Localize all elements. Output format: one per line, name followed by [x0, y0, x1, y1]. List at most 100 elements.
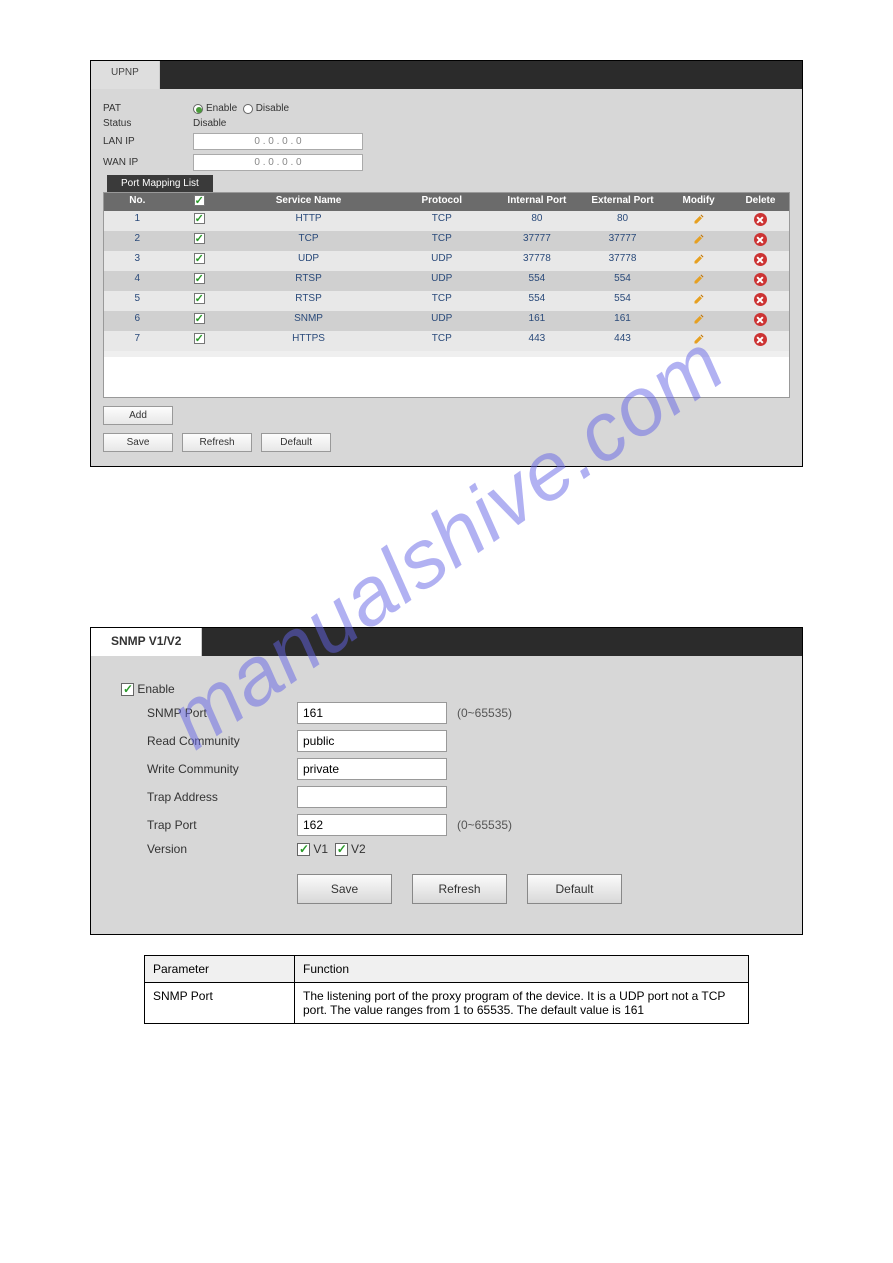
table-row: 1HTTPTCP8080: [104, 211, 789, 231]
save-button[interactable]: Save: [297, 874, 392, 904]
cell-service: SNMP: [228, 311, 390, 331]
v2-checkbox[interactable]: [335, 843, 348, 856]
lan-ip-input[interactable]: 0 . 0 . 0 . 0: [193, 133, 363, 150]
cell-eport: 37778: [580, 251, 666, 271]
cell-service: UDP: [228, 251, 390, 271]
tab-upnp[interactable]: UPNP: [91, 61, 160, 89]
pencil-icon[interactable]: [693, 233, 705, 245]
v1-checkbox[interactable]: [297, 843, 310, 856]
pencil-icon[interactable]: [693, 293, 705, 305]
default-button[interactable]: Default: [527, 874, 622, 904]
snmp-port-hint: (0~65535): [457, 706, 512, 720]
enable-checkbox[interactable]: [121, 683, 134, 696]
panel-header: UPNP: [91, 61, 802, 89]
cell-eport: 80: [580, 211, 666, 231]
th-check[interactable]: [171, 193, 228, 211]
default-button[interactable]: Default: [261, 433, 331, 452]
cell-no: 2: [104, 231, 171, 251]
delete-icon[interactable]: [754, 233, 767, 246]
td-func: The listening port of the proxy program …: [295, 983, 749, 1024]
trap-address-input[interactable]: [297, 786, 447, 808]
read-community-input[interactable]: [297, 730, 447, 752]
radio-enable[interactable]: [193, 104, 203, 114]
row-checkbox[interactable]: [194, 233, 205, 244]
cell-no: 4: [104, 271, 171, 291]
th-modify: Modify: [665, 193, 732, 211]
delete-icon[interactable]: [754, 273, 767, 286]
label-lan: LAN IP: [103, 136, 193, 147]
th-delete: Delete: [732, 193, 789, 211]
delete-icon[interactable]: [754, 293, 767, 306]
refresh-button[interactable]: Refresh: [182, 433, 252, 452]
pencil-icon[interactable]: [693, 273, 705, 285]
save-button[interactable]: Save: [103, 433, 173, 452]
cell-iport: 80: [494, 211, 580, 231]
table-row: 7HTTPSTCP443443: [104, 331, 789, 351]
scroll-hint: [104, 351, 789, 357]
td-param: SNMP Port: [145, 983, 295, 1024]
pencil-icon[interactable]: [693, 313, 705, 325]
label-write: Write Community: [147, 762, 297, 776]
table-row: 4RTSPUDP554554: [104, 271, 789, 291]
table-row: 3UDPUDP3777837778: [104, 251, 789, 271]
cell-proto: UDP: [389, 311, 494, 331]
delete-icon[interactable]: [754, 333, 767, 346]
cell-service: HTTP: [228, 211, 390, 231]
radio-enable-label: Enable: [206, 103, 237, 114]
cell-iport: 37777: [494, 231, 580, 251]
cell-eport: 554: [580, 291, 666, 311]
th-no: No.: [104, 193, 171, 211]
upnp-panel: UPNP PAT Enable Disable Status Disable L…: [90, 60, 803, 467]
delete-icon[interactable]: [754, 313, 767, 326]
write-community-input[interactable]: [297, 758, 447, 780]
th-eport: External Port: [580, 193, 666, 211]
v1-label: V1: [313, 842, 328, 856]
th-service: Service Name: [228, 193, 390, 211]
refresh-button[interactable]: Refresh: [412, 874, 507, 904]
radio-disable-label: Disable: [256, 103, 289, 114]
row-checkbox[interactable]: [194, 313, 205, 324]
cell-service: RTSP: [228, 271, 390, 291]
snmp-panel: SNMP V1/V2 Enable SNMP Port (0~65535) Re…: [90, 627, 803, 935]
port-mapping-tab: Port Mapping List: [107, 175, 213, 192]
trap-port-input[interactable]: [297, 814, 447, 836]
row-checkbox[interactable]: [194, 293, 205, 304]
row-checkbox[interactable]: [194, 213, 205, 224]
cell-iport: 443: [494, 331, 580, 351]
label-trap-addr: Trap Address: [147, 790, 297, 804]
table-row: 5RTSPTCP554554: [104, 291, 789, 311]
pencil-icon[interactable]: [693, 333, 705, 345]
delete-icon[interactable]: [754, 253, 767, 266]
wan-ip-input[interactable]: 0 . 0 . 0 . 0: [193, 154, 363, 171]
check-all-icon[interactable]: [194, 195, 205, 206]
cell-no: 3: [104, 251, 171, 271]
table-row: 2TCPTCP3777737777: [104, 231, 789, 251]
cell-proto: TCP: [389, 331, 494, 351]
radio-disable[interactable]: [243, 104, 253, 114]
row-checkbox[interactable]: [194, 253, 205, 264]
cell-proto: TCP: [389, 291, 494, 311]
enable-label: Enable: [137, 682, 174, 696]
cell-service: TCP: [228, 231, 390, 251]
tab-snmp[interactable]: SNMP V1/V2: [91, 628, 202, 656]
cell-eport: 554: [580, 271, 666, 291]
panel-header: SNMP V1/V2: [91, 628, 802, 656]
snmp-port-input[interactable]: [297, 702, 447, 724]
cell-eport: 443: [580, 331, 666, 351]
cell-no: 1: [104, 211, 171, 231]
cell-eport: 161: [580, 311, 666, 331]
th-proto: Protocol: [389, 193, 494, 211]
cell-iport: 554: [494, 291, 580, 311]
cell-no: 5: [104, 291, 171, 311]
pencil-icon[interactable]: [693, 253, 705, 265]
cell-iport: 161: [494, 311, 580, 331]
cell-eport: 37777: [580, 231, 666, 251]
cell-iport: 37778: [494, 251, 580, 271]
delete-icon[interactable]: [754, 213, 767, 226]
row-checkbox[interactable]: [194, 333, 205, 344]
add-button[interactable]: Add: [103, 406, 173, 425]
row-checkbox[interactable]: [194, 273, 205, 284]
label-status: Status: [103, 118, 193, 129]
port-mapping-table: No. Service Name Protocol Internal Port …: [103, 192, 790, 398]
pencil-icon[interactable]: [693, 213, 705, 225]
